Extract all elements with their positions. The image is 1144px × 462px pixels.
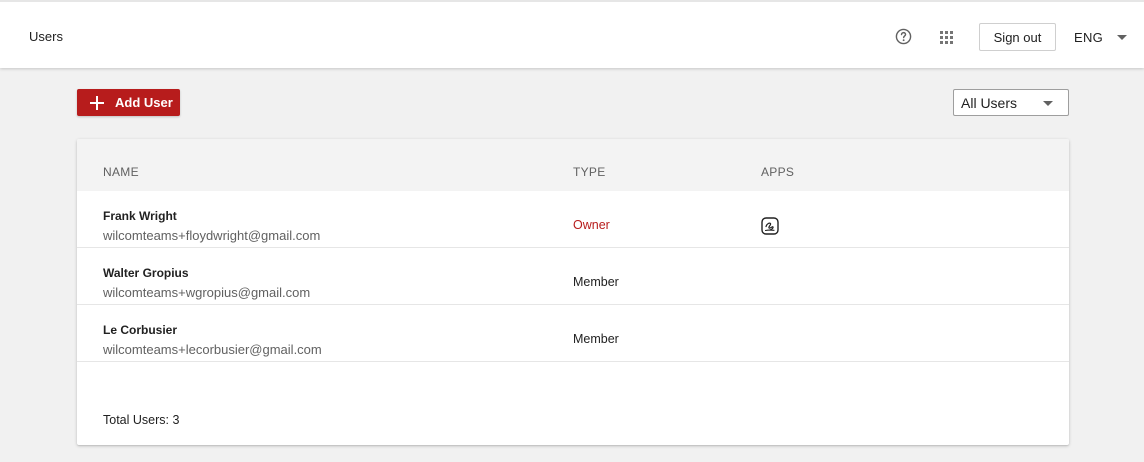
apps-grid-icon[interactable]: [940, 31, 953, 44]
user-email: wilcomteams+floydwright@gmail.com: [103, 228, 321, 243]
user-filter-select[interactable]: All Users: [953, 89, 1069, 116]
top-header: Users Sign out ENG: [0, 0, 1144, 68]
table-row[interactable]: Walter Gropius wilcomteams+wgropius@gmai…: [77, 248, 1069, 305]
caret-down-icon: [1043, 101, 1053, 106]
user-name: Walter Gropius: [103, 266, 189, 280]
language-select[interactable]: ENG: [1074, 28, 1128, 46]
add-user-label: Add User: [115, 95, 173, 110]
user-type: Member: [573, 332, 619, 346]
user-name: Le Corbusier: [103, 323, 178, 337]
caret-down-icon: [1117, 34, 1128, 40]
user-name: Frank Wright: [103, 209, 177, 223]
column-header-type[interactable]: TYPE: [573, 165, 606, 179]
signature-app-icon[interactable]: [761, 217, 779, 235]
plus-icon: [90, 95, 104, 110]
add-user-button[interactable]: Add User: [77, 89, 180, 116]
table-row[interactable]: Frank Wright wilcomteams+floydwright@gma…: [77, 191, 1069, 248]
user-email: wilcomteams+wgropius@gmail.com: [103, 285, 311, 300]
users-table-card: NAME TYPE APPS Frank Wright wilcomteams+…: [77, 139, 1069, 445]
table-header: NAME TYPE APPS: [77, 139, 1069, 191]
user-type: Member: [573, 275, 619, 289]
column-header-apps: APPS: [761, 165, 795, 179]
language-label: ENG: [1074, 29, 1104, 45]
help-circle-icon[interactable]: [895, 28, 912, 45]
user-type: Owner: [573, 218, 610, 232]
user-filter-value: All Users: [961, 94, 1018, 111]
total-users-count: Total Users: 3: [103, 413, 180, 427]
sign-out-button[interactable]: Sign out: [979, 23, 1056, 51]
user-email: wilcomteams+lecorbusier@gmail.com: [103, 342, 322, 357]
column-header-name[interactable]: NAME: [103, 165, 139, 179]
page-title: Users: [29, 29, 63, 44]
table-row[interactable]: Le Corbusier wilcomteams+lecorbusier@gma…: [77, 305, 1069, 362]
